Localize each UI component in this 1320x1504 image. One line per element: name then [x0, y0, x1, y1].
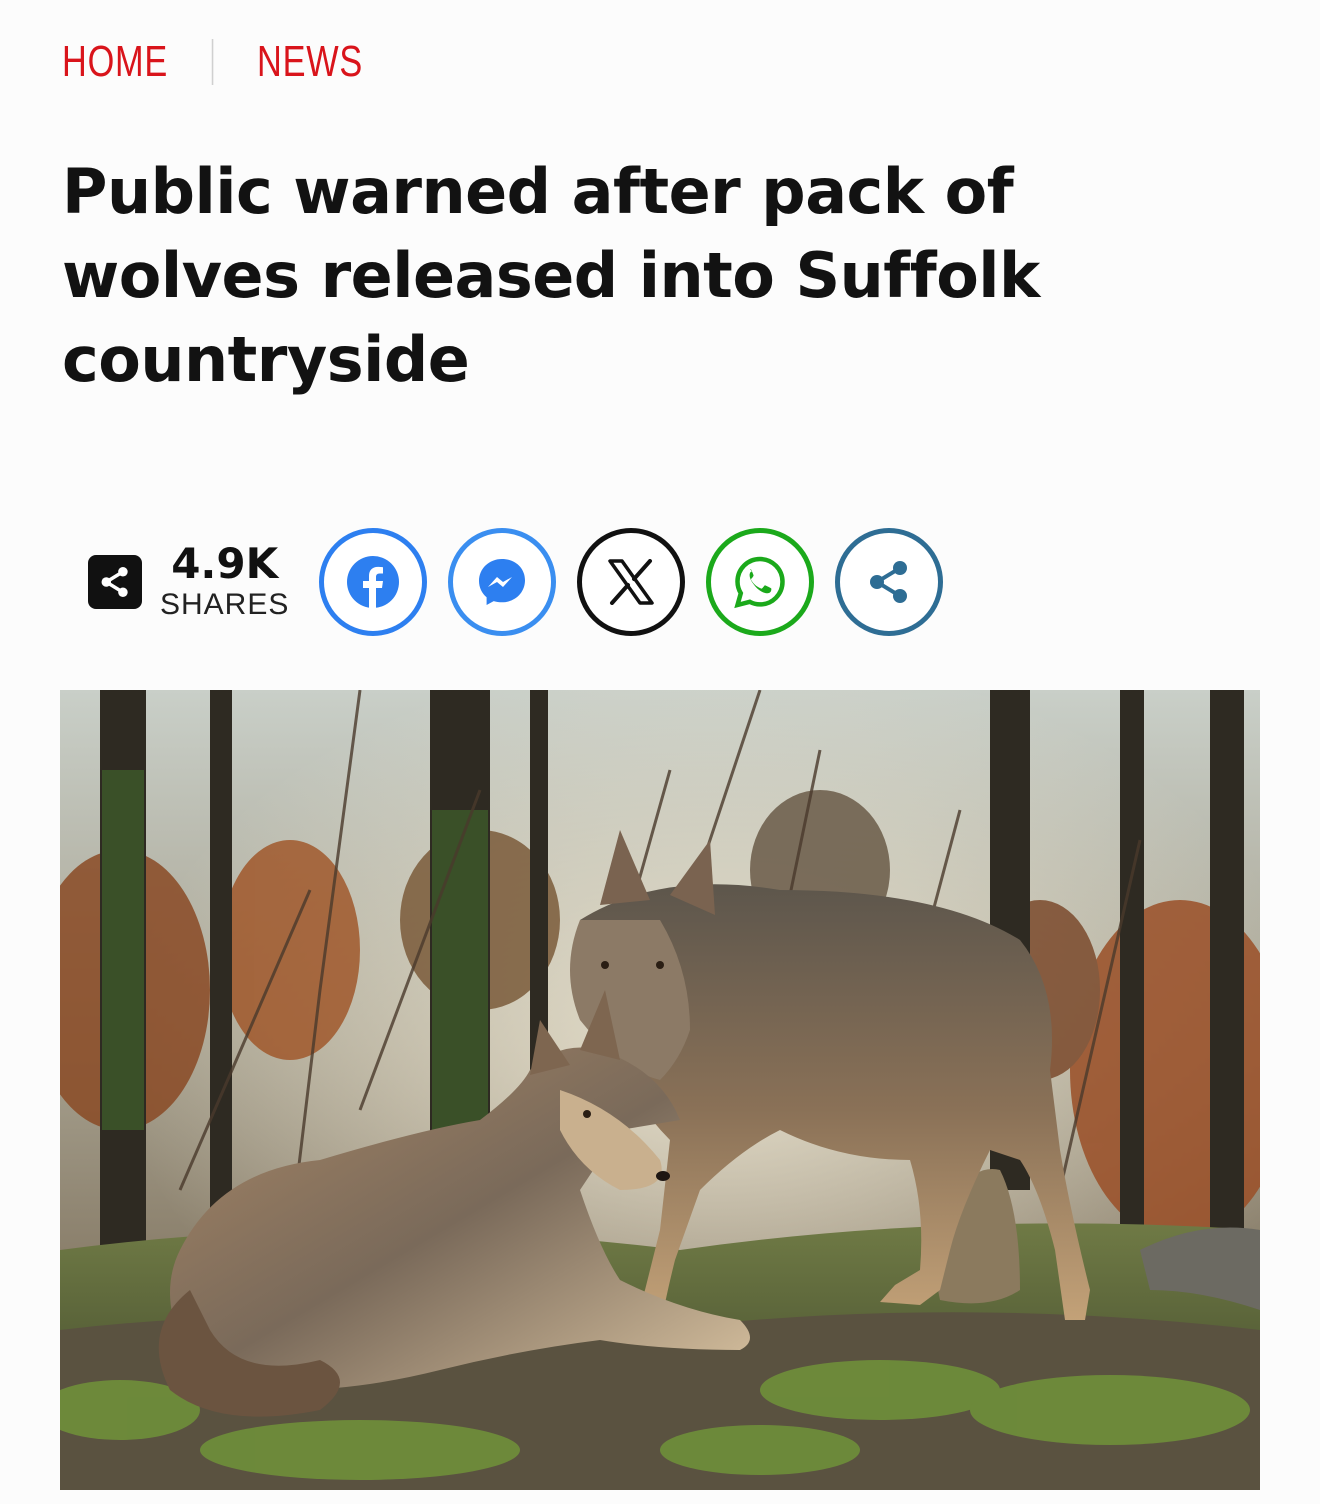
article-hero-image — [60, 690, 1260, 1490]
facebook-share-button[interactable] — [319, 528, 428, 636]
x-share-button[interactable] — [577, 528, 686, 636]
breadcrumb-news-link[interactable]: NEWS — [257, 37, 363, 87]
breadcrumb-home-link[interactable]: HOME — [62, 37, 168, 87]
share-count-text: 4.9K SHARES — [160, 541, 289, 623]
breadcrumb: HOME NEWS — [62, 34, 363, 90]
share-icon — [870, 561, 908, 603]
whatsapp-share-button[interactable] — [706, 528, 815, 636]
facebook-icon — [347, 556, 400, 608]
share-count-icon — [88, 555, 142, 609]
messenger-icon — [479, 559, 526, 605]
breadcrumb-divider — [211, 39, 214, 85]
x-icon — [608, 559, 655, 605]
share-count-number: 4.9K — [171, 539, 279, 588]
messenger-share-button[interactable] — [448, 528, 557, 636]
two-wolves-in-forest-photo — [60, 690, 1260, 1490]
share-bar: 4.9K SHARES — [88, 520, 964, 644]
whatsapp-icon — [734, 556, 786, 609]
share-count-label: SHARES — [160, 588, 290, 621]
article-headline: Public warned after pack of wolves relea… — [62, 155, 1040, 396]
more-share-button[interactable] — [835, 528, 944, 636]
share-count: 4.9K SHARES — [88, 541, 289, 623]
